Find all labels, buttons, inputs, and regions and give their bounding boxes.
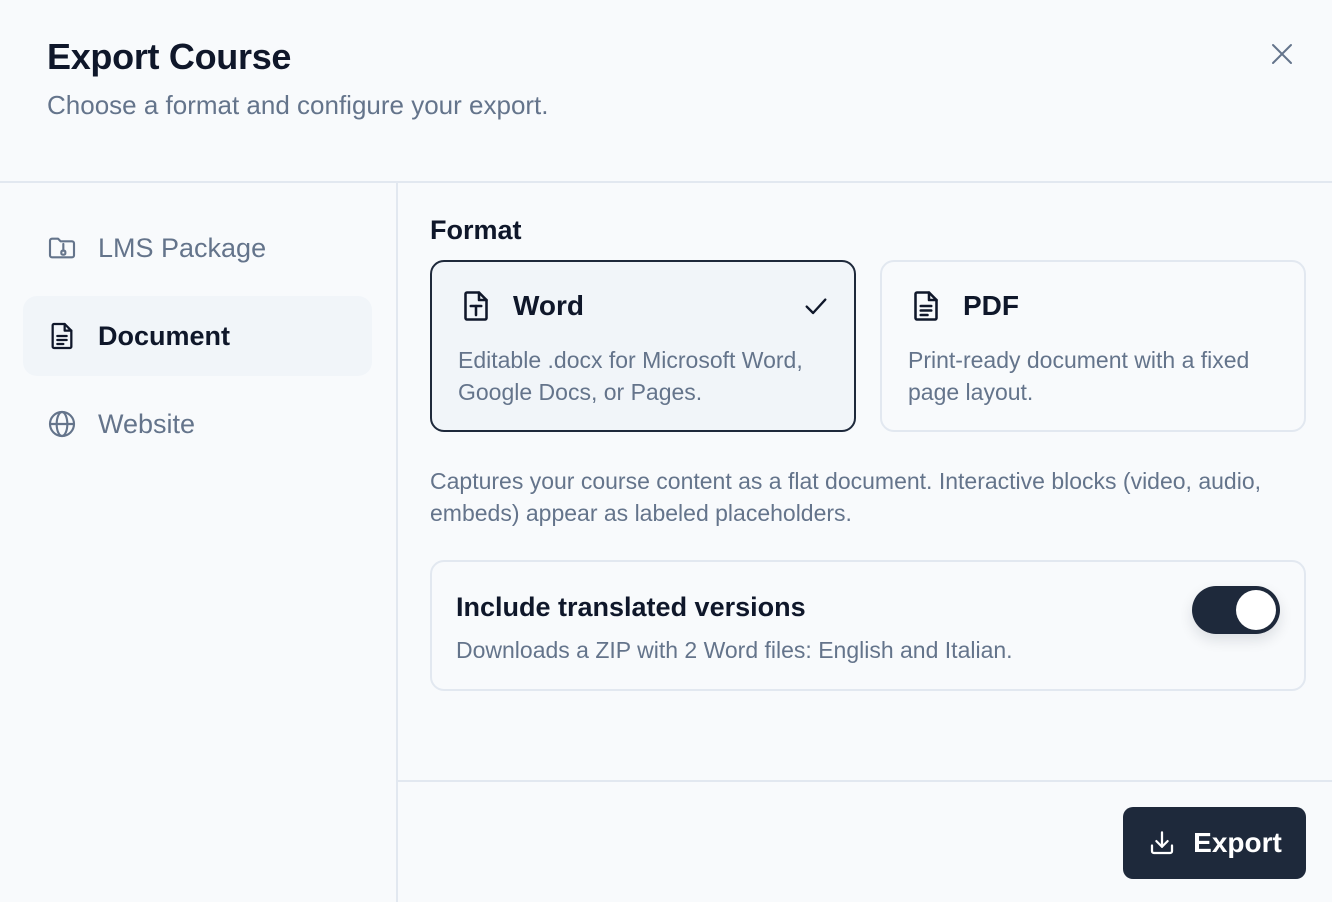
format-card-description: Print-ready document with a fixed page l… bbox=[908, 347, 1250, 405]
format-info-text: Captures your course content as a flat d… bbox=[430, 468, 1261, 526]
sidebar-item-label: Document bbox=[98, 320, 231, 351]
dialog-footer: Export bbox=[398, 780, 1332, 902]
format-card-title: Word bbox=[513, 290, 585, 321]
toggle-knob bbox=[1236, 590, 1276, 630]
export-course-dialog: Export Course Choose a format and config… bbox=[0, 0, 1332, 902]
format-card-word[interactable]: Word Editable .docx for Microsoft Word, … bbox=[430, 260, 856, 432]
folder-package-icon bbox=[46, 232, 78, 264]
translated-versions-option: Include translated versions Downloads a … bbox=[430, 560, 1306, 691]
sidebar-item-lms-package[interactable]: LMS Package bbox=[23, 208, 372, 288]
dialog-subtitle: Choose a format and configure your expor… bbox=[47, 90, 549, 120]
option-description: Downloads a ZIP with 2 Word files: Engli… bbox=[456, 637, 1013, 663]
document-icon bbox=[46, 320, 78, 352]
format-section-label: Format bbox=[430, 215, 522, 245]
pdf-file-icon bbox=[914, 291, 938, 321]
close-icon bbox=[1272, 44, 1292, 64]
dialog-title: Export Course bbox=[47, 36, 292, 77]
download-icon bbox=[1147, 828, 1177, 858]
word-file-icon bbox=[464, 291, 488, 321]
option-title: Include translated versions bbox=[456, 592, 806, 622]
checkmark-icon bbox=[805, 298, 827, 315]
globe-icon bbox=[46, 408, 78, 440]
sidebar-item-label: Website bbox=[98, 408, 196, 439]
dialog-header: Export Course Choose a format and config… bbox=[0, 0, 1332, 183]
close-button[interactable] bbox=[1266, 38, 1298, 70]
sidebar-item-website[interactable]: Website bbox=[23, 384, 372, 464]
format-card-description: Editable .docx for Microsoft Word, Googl… bbox=[458, 347, 803, 405]
translated-versions-toggle[interactable] bbox=[1192, 586, 1280, 634]
format-card-title: PDF bbox=[963, 290, 1019, 321]
export-button-label: Export bbox=[1193, 827, 1282, 858]
format-panel: Format Word Editable .docx for Microsoft… bbox=[398, 183, 1332, 780]
export-type-sidebar: LMS Package Document Website bbox=[0, 183, 398, 902]
sidebar-item-document[interactable]: Document bbox=[23, 296, 372, 376]
export-button[interactable]: Export bbox=[1123, 807, 1306, 879]
sidebar-item-label: LMS Package bbox=[98, 232, 267, 263]
format-card-pdf[interactable]: PDF Print-ready document with a fixed pa… bbox=[880, 260, 1306, 432]
